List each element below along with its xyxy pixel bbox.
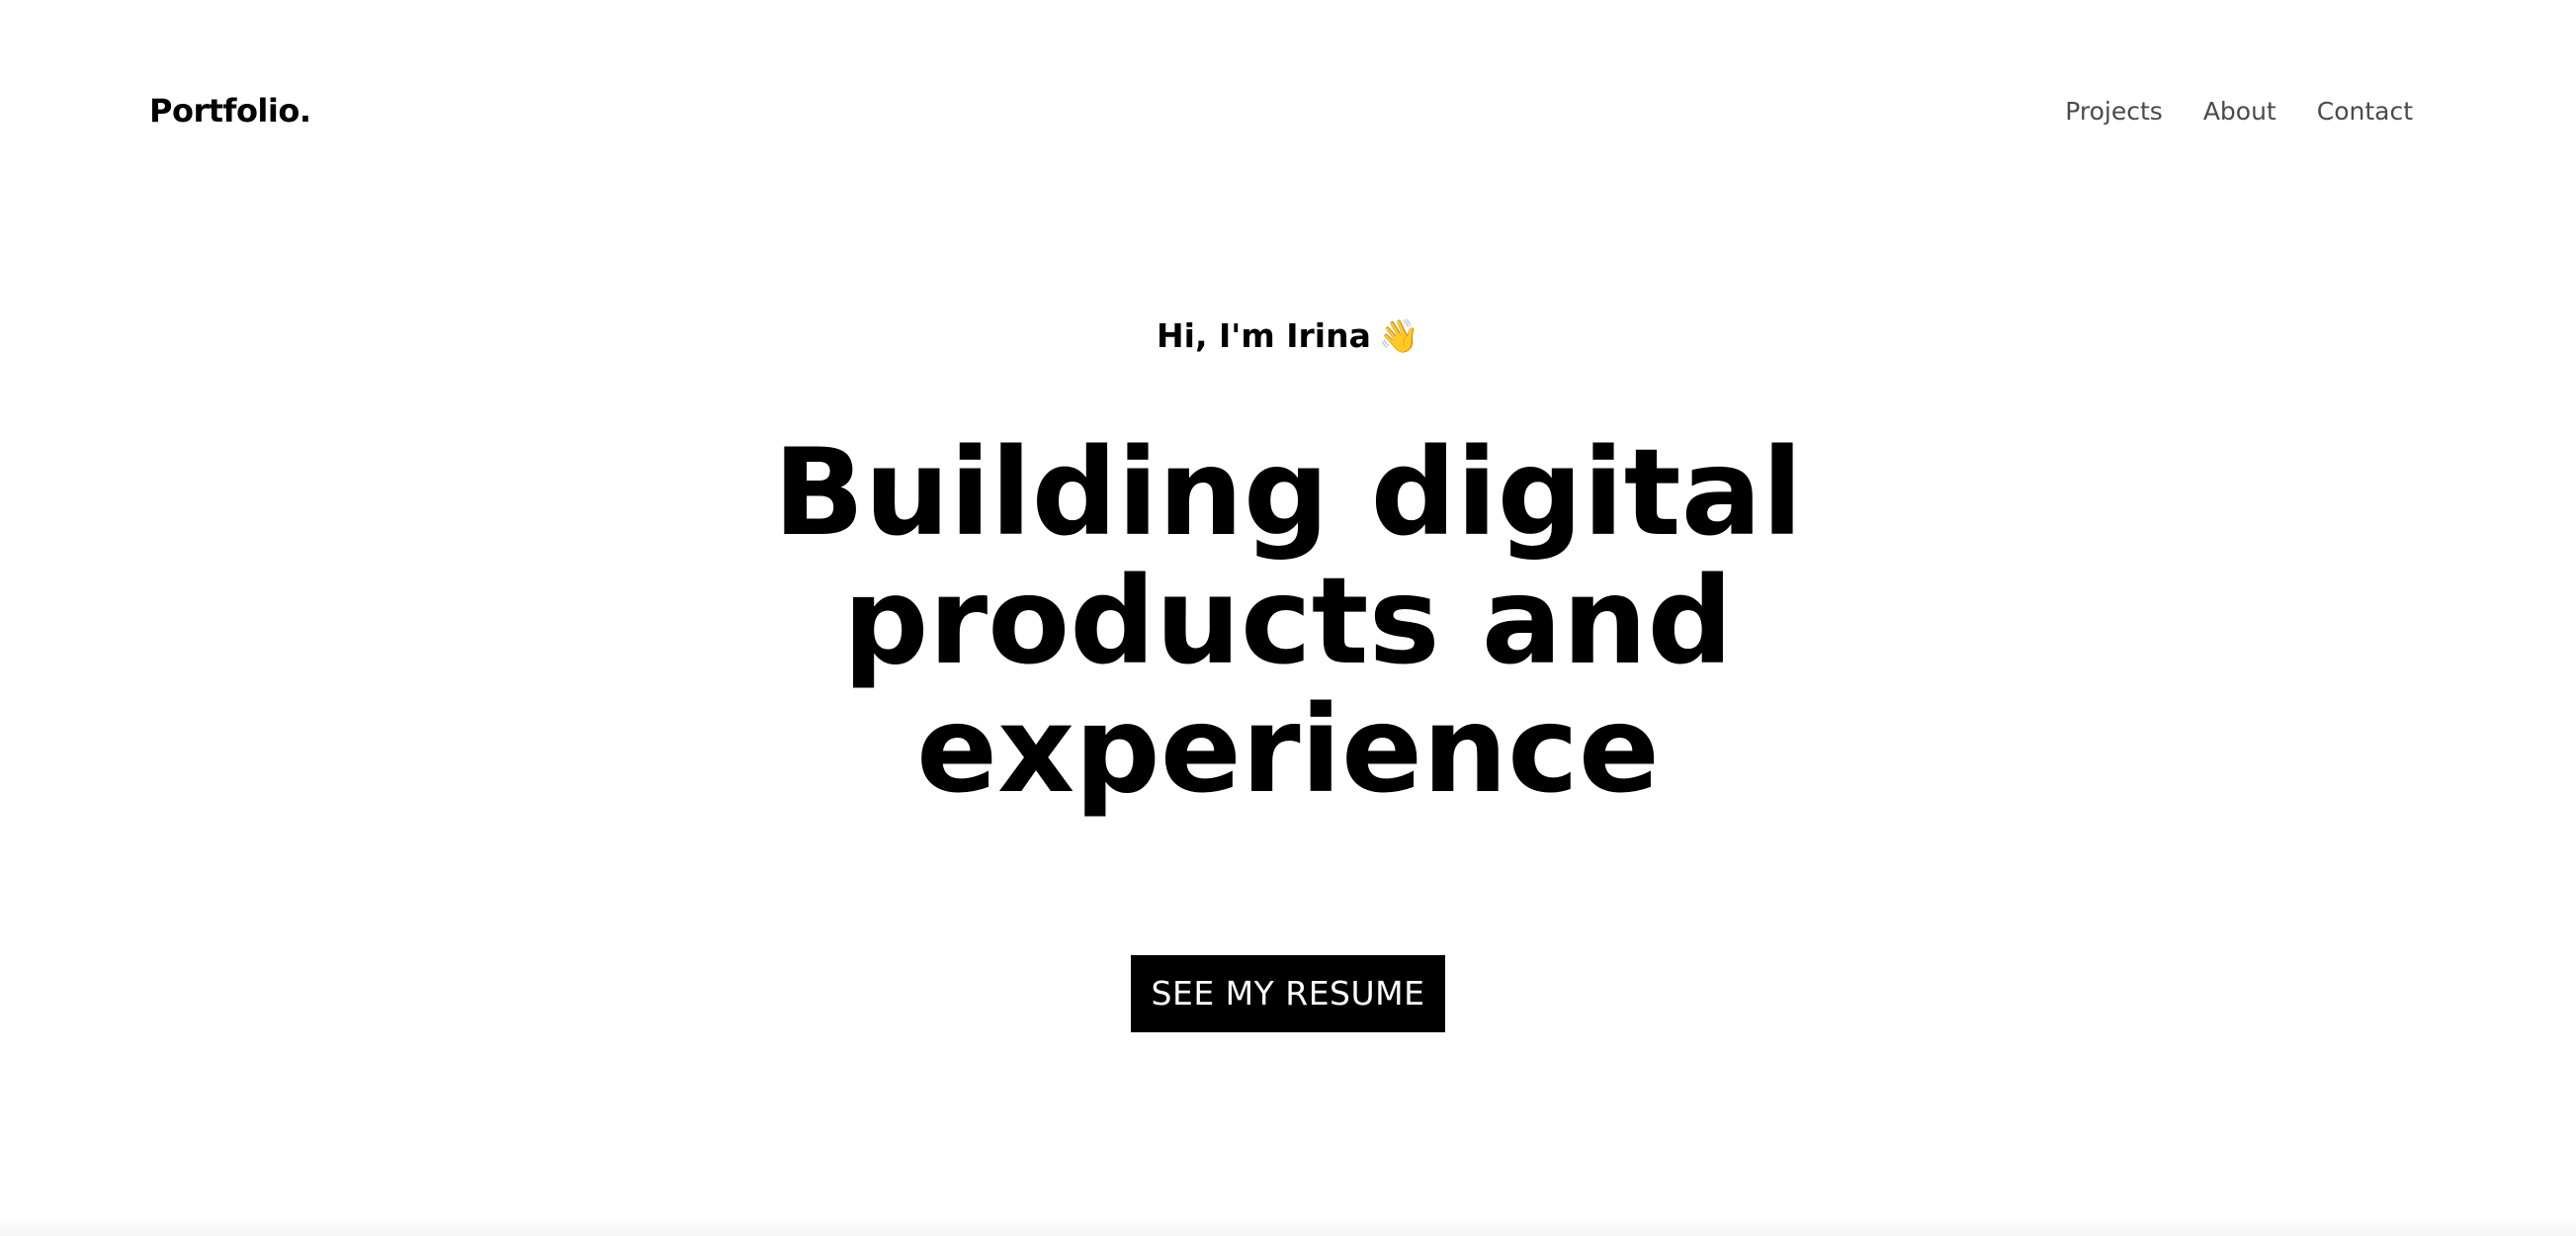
cta-container: SEE MY RESUME (0, 955, 2576, 1032)
greeting-text: Hi, I'm Irina (1157, 316, 1371, 355)
headline-line: experience (916, 680, 1660, 820)
hero-headline: Building digital products and experience (695, 429, 1881, 815)
nav-link-about[interactable]: About (2203, 94, 2276, 130)
waving-hand-icon: 👋 (1378, 316, 1419, 355)
site-header: Portfolio. Projects About Contact (0, 0, 2576, 223)
section-divider-shadow (0, 1218, 2576, 1236)
greeting: Hi, I'm Irina 👋 (0, 307, 2576, 366)
main-nav: Projects About Contact (2065, 94, 2413, 130)
logo[interactable]: Portfolio. (149, 91, 311, 131)
see-resume-button[interactable]: SEE MY RESUME (1130, 955, 1446, 1032)
headline-line: Building digital (773, 423, 1803, 563)
nav-link-contact[interactable]: Contact (2317, 94, 2413, 130)
hero-section: Hi, I'm Irina 👋 Building digital products… (0, 307, 2576, 1032)
nav-link-projects[interactable]: Projects (2065, 94, 2163, 130)
headline-line: products and (842, 552, 1734, 691)
